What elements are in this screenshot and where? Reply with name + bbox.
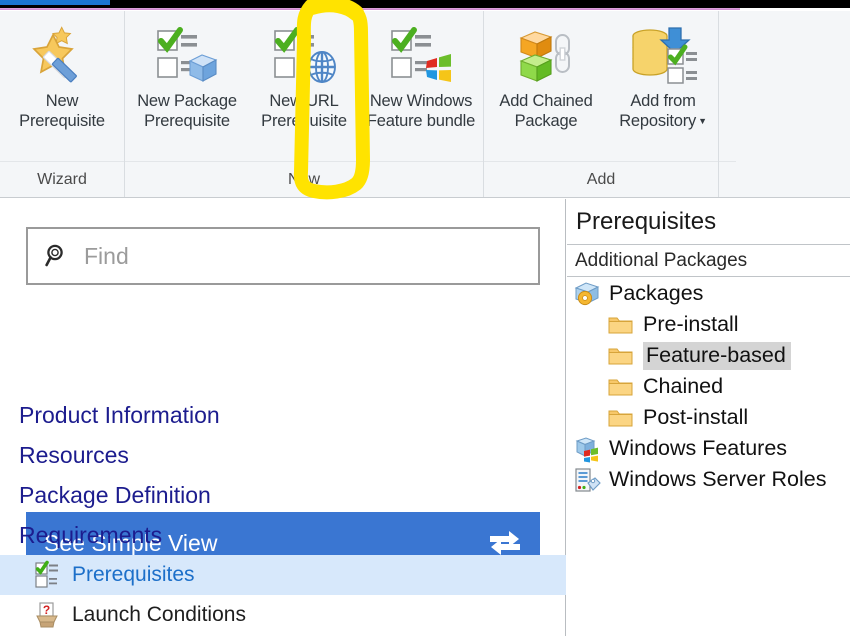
tree-item-feature-based[interactable]: Feature-based: [567, 340, 850, 371]
search-input[interactable]: Find: [26, 227, 540, 285]
ribbon-button-label: New URL Prerequisite: [261, 91, 347, 131]
tree-item-post-install[interactable]: Post-install: [567, 402, 850, 433]
chevron-down-icon[interactable]: ▼: [698, 116, 707, 126]
label-line-1: New URL: [269, 92, 339, 110]
ribbon-button-label: Add from Repository ▼: [619, 91, 707, 131]
tree-item-windows-server-roles[interactable]: Windows Server Roles: [567, 464, 850, 495]
label-line-2: Prerequisite: [144, 112, 230, 131]
svg-text:?: ?: [43, 603, 50, 617]
tree-item-pre-install[interactable]: Pre-install: [567, 309, 850, 340]
top-blue-accent: [0, 0, 110, 5]
nav-item-label: Prerequisites: [72, 563, 195, 586]
search-icon: [44, 243, 70, 269]
tree-item-windows-features[interactable]: Windows Features: [567, 433, 850, 464]
label-line-1: New Windows: [369, 92, 473, 110]
question-box-icon: ?: [35, 602, 59, 628]
top-black-strip: [0, 0, 850, 8]
prerequisites-tree: Packages Pre-install Feature-based Chain…: [567, 277, 850, 495]
folder-icon: [608, 407, 634, 429]
prerequisites-panel: Prerequisites Additional Packages Packag…: [567, 199, 850, 636]
label-line-2: Package: [514, 112, 578, 131]
label-line-2: Feature bundle: [366, 112, 476, 131]
checkbox-list-cube-icon: [154, 25, 220, 87]
nav-item-label: Launch Conditions: [72, 603, 246, 626]
tree-item-label: Packages: [609, 281, 704, 305]
ribbon-button-new-windows-feature-bundle[interactable]: New Windows Feature bundle: [359, 11, 483, 131]
tree-item-label: Windows Features: [609, 436, 788, 460]
ribbon-button-new-package-prerequisite[interactable]: New Package Prerequisite: [125, 11, 249, 131]
label-line-1: Add from: [630, 92, 696, 110]
ribbon-group-add: Add Chained Package Add from Repository …: [483, 11, 718, 197]
ribbon-group-wizard: New Prerequisite Wizard: [0, 11, 124, 197]
label-line-2: Prerequisite: [261, 112, 347, 131]
panel-section-header: Additional Packages: [567, 245, 850, 277]
ribbon-button-new-prerequisite[interactable]: New Prerequisite: [0, 11, 124, 131]
ribbon-button-new-url-prerequisite[interactable]: New URL Prerequisite: [249, 11, 359, 131]
navigation-list: Product Information Resources Package De…: [0, 395, 566, 635]
ribbon-group-trailing: [718, 11, 736, 197]
windows-features-icon: [574, 436, 600, 462]
label-line-2-text: Repository: [619, 112, 697, 131]
ribbon-toolbar: New Prerequisite Wizard New Package Prer…: [0, 11, 850, 198]
tree-item-label: Feature-based: [643, 341, 791, 370]
checkbox-list-globe-icon: [271, 25, 337, 87]
nav-item-launch-conditions[interactable]: ? Launch Conditions: [0, 595, 566, 635]
ribbon-button-label: New Prerequisite: [19, 91, 105, 131]
chained-boxes-icon: [511, 25, 581, 87]
tree-item-label: Windows Server Roles: [609, 467, 827, 491]
tree-item-label: Pre-install: [643, 312, 739, 336]
ribbon-button-label: New Windows Feature bundle: [367, 91, 475, 131]
nav-item-package-definition[interactable]: Package Definition: [0, 475, 566, 515]
tree-item-label: Chained: [643, 374, 724, 398]
checkbox-list-icon: [35, 560, 59, 588]
folder-icon: [608, 376, 634, 398]
nav-item-prerequisites[interactable]: Prerequisites: [0, 555, 566, 595]
tree-item-chained[interactable]: Chained: [567, 371, 850, 402]
label-line-1: New: [45, 92, 79, 110]
nav-item-label: Package Definition: [19, 481, 211, 508]
nav-item-label: Requirements: [19, 521, 163, 548]
nav-item-label: Resources: [19, 441, 129, 468]
panel-title: Prerequisites: [567, 199, 850, 245]
label-line-2: Prerequisite: [19, 112, 105, 131]
nav-item-product-information[interactable]: Product Information: [0, 395, 566, 435]
ribbon-button-label: New Package Prerequisite: [137, 91, 237, 131]
folder-icon: [608, 314, 634, 336]
ribbon-button-add-chained-package[interactable]: Add Chained Package: [484, 11, 608, 131]
package-gear-icon: [574, 281, 600, 307]
folder-icon: [608, 345, 634, 367]
search-placeholder: Find: [84, 242, 129, 269]
ribbon-button-label: Add Chained Package: [499, 91, 592, 131]
ribbon-group-label-add: Add: [484, 161, 718, 197]
ribbon-group-new: New Package Prerequisite New URL Prerequ…: [124, 11, 483, 197]
tree-item-packages[interactable]: Packages: [567, 278, 850, 309]
ribbon-button-add-from-repository[interactable]: Add from Repository ▼: [608, 11, 718, 131]
label-line-1: Add Chained: [499, 92, 593, 110]
tree-item-label: Post-install: [643, 405, 749, 429]
left-navigation-pane: Find See Simple View Product Information…: [0, 199, 566, 636]
ribbon-group-label-new: New: [125, 161, 483, 197]
ribbon-group-label-wizard: Wizard: [0, 161, 124, 197]
nav-item-resources[interactable]: Resources: [0, 435, 566, 475]
magic-wand-icon: [31, 25, 93, 87]
checkbox-list-windows-icon: [388, 25, 454, 87]
application-window: New Prerequisite Wizard New Package Prer…: [0, 0, 850, 636]
label-line-2: Repository ▼: [619, 111, 707, 131]
database-download-icon: [628, 25, 698, 87]
nav-item-requirements[interactable]: Requirements: [0, 515, 566, 555]
label-line-1: New Package: [137, 92, 237, 110]
nav-item-label: Product Information: [19, 401, 220, 428]
server-roles-icon: [574, 467, 601, 493]
top-pink-divider: [0, 8, 740, 10]
